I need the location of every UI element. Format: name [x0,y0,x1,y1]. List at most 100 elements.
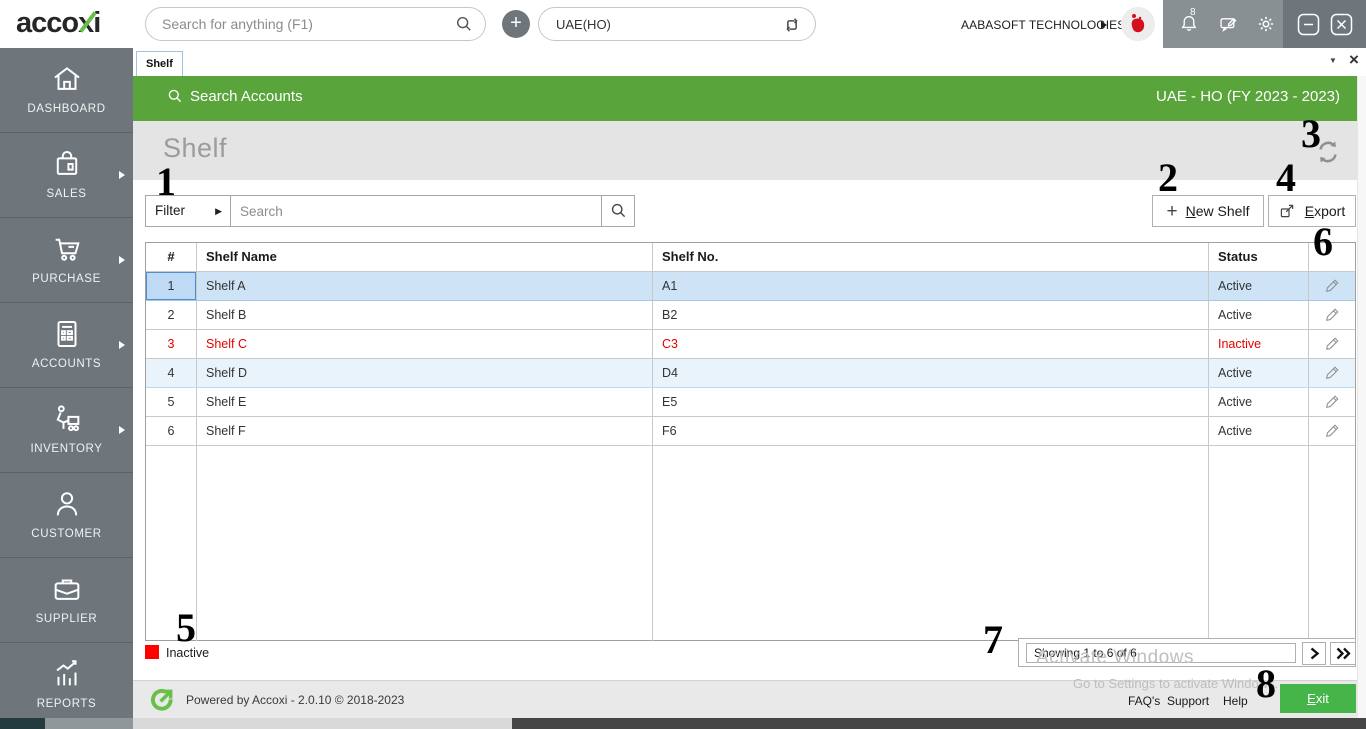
header-shelf-name[interactable]: Shelf Name [197,243,653,271]
search-icon [611,203,625,218]
powered-by-label: Powered by Accoxi - 2.0.10 © 2018-2023 [186,693,405,707]
minimize-button[interactable] [1297,13,1320,41]
bottom-strip-corner [0,718,45,729]
shelf-table: # Shelf Name Shelf No. Status 1 Shelf A … [145,242,1356,641]
tab-close-icon[interactable]: × [1349,50,1359,70]
header-status[interactable]: Status [1209,243,1309,271]
cell-status: Active [1209,272,1309,300]
faqs-link[interactable]: FAQ's [1128,694,1160,708]
cell-num: 4 [146,359,197,387]
window-controls [1283,0,1366,48]
settings-gear-icon[interactable] [1255,13,1277,40]
edit-row-button[interactable] [1309,272,1355,300]
sidebar-item-sales[interactable]: SALES [0,133,133,217]
sidebar-item-label: REPORTS [36,698,97,710]
bar-chart-icon [55,660,76,686]
table-row[interactable]: 3 Shelf C C3 Inactive [146,330,1355,359]
avatar[interactable] [1121,7,1155,41]
cell-shelf-name: Shelf B [197,301,653,329]
edit-row-button[interactable] [1309,301,1355,329]
annotation-8: 8 [1256,661,1276,706]
cell-num: 2 [146,301,197,329]
notification-badge: 8 [1190,7,1196,18]
exit-button[interactable]: Exit [1280,684,1356,713]
annotation-6: 6 [1313,219,1333,264]
edit-row-button[interactable] [1309,359,1355,387]
last-page-button[interactable] [1330,642,1356,665]
pencil-icon [1326,337,1339,350]
chevron-right-icon [119,341,125,349]
search-icon [168,89,182,103]
chevron-right-icon [119,426,125,434]
global-search-input[interactable] [162,9,442,39]
sidebar-item-accounts[interactable]: ACCOUNTS [0,303,133,387]
table-header-row: # Shelf Name Shelf No. Status [146,243,1355,272]
bottom-strip-bar [512,718,1366,729]
pencil-icon [1326,395,1339,408]
add-button[interactable]: + [502,10,530,38]
accoxi-mark-icon [148,686,176,719]
accounts-search-bar: Search Accounts UAE - HO (FY 2023 - 2023… [133,76,1357,121]
org-selector[interactable]: UAE(HO) [538,7,816,41]
new-shelf-label: N [1185,203,1196,219]
briefcase-icon [54,579,79,600]
annotation-7: 7 [983,617,1003,662]
pencil-icon [1326,366,1339,379]
help-link[interactable]: Help [1223,694,1248,708]
sidebar-item-purchase[interactable]: PURCHASE [0,218,133,302]
table-row[interactable]: 5 Shelf E E5 Active [146,388,1355,417]
cart-icon [55,238,80,261]
search-accounts-button[interactable]: Search Accounts [167,88,303,105]
table-search-button[interactable] [601,195,635,227]
notifications-bell-icon[interactable] [1178,13,1200,40]
cell-shelf-no: E5 [653,388,1209,416]
table-row[interactable]: 4 Shelf D D4 Active [146,359,1355,388]
sidebar-item-label: SALES [46,188,87,200]
cell-shelf-name: Shelf D [197,359,653,387]
tab-bar: Shelf ▼ × [133,48,1366,76]
support-link[interactable]: Support [1167,694,1209,708]
cell-shelf-no: A1 [653,272,1209,300]
close-button[interactable] [1330,13,1353,41]
activate-windows-watermark: Activate Windows [1036,647,1194,668]
next-page-button[interactable] [1302,642,1326,665]
header-num[interactable]: # [146,243,197,271]
new-shelf-label-rest: ew Shelf [1195,203,1250,219]
table-row[interactable]: 6 Shelf F F6 Active [146,417,1355,446]
person-icon [56,492,77,516]
cell-shelf-name: Shelf C [197,330,653,358]
cell-shelf-no: F6 [653,417,1209,445]
table-row[interactable]: 2 Shelf B B2 Active [146,301,1355,330]
table-row[interactable]: 1 Shelf A A1 Active [146,272,1355,301]
filter-label: Filter [155,203,185,218]
tab-shelf[interactable]: Shelf [136,51,183,76]
sidebar-item-reports[interactable]: REPORTS [0,643,133,718]
cell-status: Active [1209,359,1309,387]
plus-icon: + [510,12,522,34]
cell-status: Active [1209,388,1309,416]
inactive-legend-swatch [145,645,159,659]
messages-icon[interactable] [1218,14,1239,40]
cell-status: Active [1209,301,1309,329]
sidebar-item-label: ACCOUNTS [31,358,102,370]
edit-row-button[interactable] [1309,388,1355,416]
chevron-right-icon [119,256,125,264]
global-search[interactable] [145,7,486,41]
sidebar-item-inventory[interactable]: INVENTORY [0,388,133,472]
sidebar-item-supplier[interactable]: SUPPLIER [0,558,133,642]
edit-row-button[interactable] [1309,330,1355,358]
bottom-strip [0,718,1366,729]
pencil-icon [1326,308,1339,321]
sidebar-item-dashboard[interactable]: DASHBOARD [0,48,133,132]
home-icon [53,67,80,90]
header-shelf-no[interactable]: Shelf No. [653,243,1209,271]
cell-shelf-name: Shelf F [197,417,653,445]
switch-org-icon[interactable] [782,15,802,40]
export-label-rest: xport [1314,203,1346,219]
tab-list-caret-icon[interactable]: ▼ [1329,56,1337,65]
pencil-icon [1326,424,1339,437]
sidebar-item-customer[interactable]: CUSTOMER [0,473,133,557]
scrollbar-track[interactable] [1357,76,1366,718]
edit-row-button[interactable] [1309,417,1355,445]
table-search-input[interactable] [230,195,602,227]
